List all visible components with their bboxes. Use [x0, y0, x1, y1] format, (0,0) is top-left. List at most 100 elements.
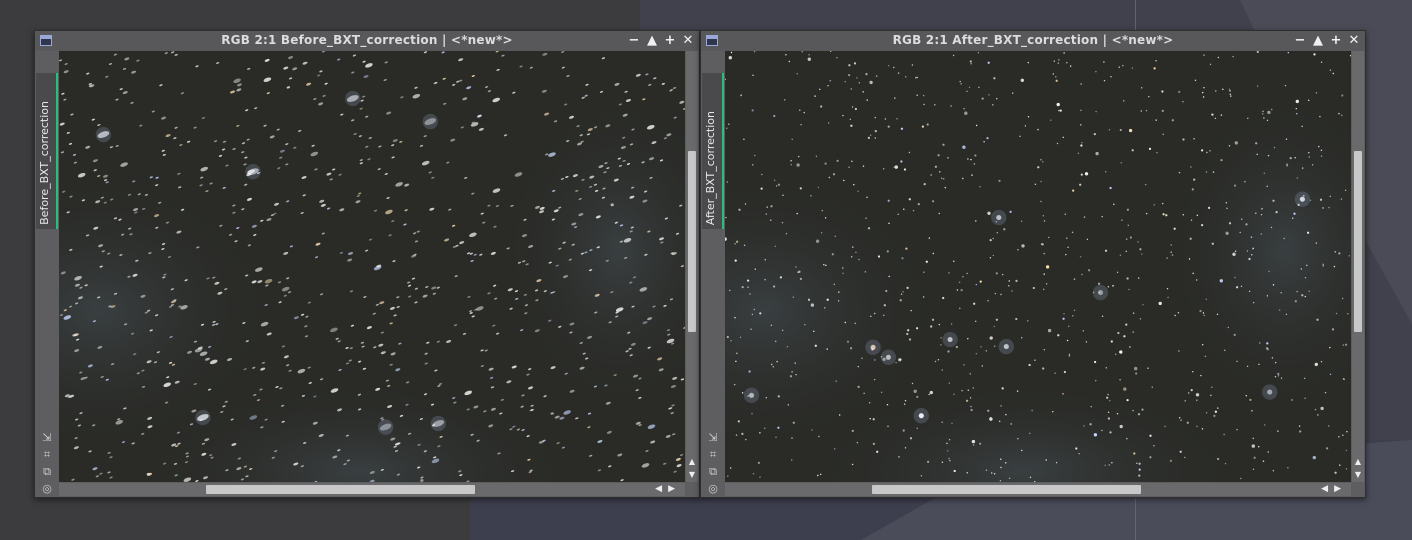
star	[923, 103, 925, 106]
zoom-fit-icon[interactable]: ⇲	[705, 431, 721, 445]
crop-icon[interactable]: ⌗	[39, 448, 55, 462]
horizontal-scrollbar[interactable]: ◀▶	[725, 483, 1351, 496]
star	[1284, 84, 1287, 87]
vertical-scrollbar[interactable]: ▲ ▼	[1352, 51, 1364, 482]
star	[1266, 348, 1269, 351]
star	[1304, 295, 1307, 298]
star	[928, 237, 931, 239]
vertical-scroll-thumb[interactable]	[1354, 151, 1362, 332]
star	[1343, 378, 1345, 381]
close-button[interactable]: ✕	[1347, 32, 1361, 50]
star	[754, 154, 756, 157]
star-glow	[1294, 191, 1311, 207]
star	[1274, 375, 1277, 378]
star	[835, 380, 837, 382]
star	[940, 344, 942, 346]
star	[1055, 76, 1057, 78]
star	[801, 51, 803, 53]
star	[764, 259, 767, 261]
star	[973, 302, 976, 305]
maximize-button[interactable]: +	[1329, 32, 1343, 50]
star	[1047, 328, 1052, 333]
shade-button[interactable]: ▲	[645, 32, 659, 50]
star	[825, 264, 827, 267]
view-identifier-tab[interactable]: Before_BXT_correction	[36, 73, 58, 229]
star	[787, 404, 790, 406]
star	[967, 389, 970, 391]
star	[907, 329, 910, 332]
horizontal-scrollbar[interactable]: ◀▶	[59, 483, 685, 496]
close-button[interactable]: ✕	[681, 32, 695, 50]
star	[1104, 249, 1108, 252]
star	[1153, 445, 1155, 447]
star	[888, 64, 890, 67]
scroll-down-arrow-icon[interactable]: ▼	[687, 470, 697, 480]
star	[1346, 430, 1348, 433]
scroll-up-arrow-icon[interactable]: ▲	[1353, 457, 1363, 467]
star	[978, 442, 982, 445]
scroll-up-arrow-icon[interactable]: ▲	[687, 457, 697, 467]
scroll-down-arrow-icon[interactable]: ▼	[1353, 470, 1363, 480]
star	[1190, 166, 1192, 168]
star	[1132, 331, 1134, 333]
star	[1209, 63, 1212, 66]
star	[948, 382, 951, 384]
crop-icon[interactable]: ⌗	[705, 448, 721, 462]
shade-button[interactable]: ▲	[1311, 32, 1325, 50]
star	[774, 245, 776, 248]
star	[850, 88, 853, 90]
minimize-button[interactable]: −	[627, 32, 641, 50]
star	[866, 99, 868, 101]
star	[950, 105, 952, 107]
star	[781, 329, 784, 332]
star	[1182, 214, 1185, 216]
star	[1315, 92, 1318, 94]
star	[753, 308, 756, 311]
image-canvas[interactable]	[59, 51, 685, 482]
minimize-button[interactable]: −	[1293, 32, 1307, 50]
star	[1207, 206, 1211, 210]
window-titlebar[interactable]: RGB 2:1 After_BXT_correction | <*new*> −…	[701, 31, 1365, 51]
star	[1019, 135, 1021, 138]
star	[1206, 151, 1208, 154]
star	[970, 158, 972, 161]
horizontal-scroll-thumb[interactable]	[871, 485, 1142, 494]
star	[844, 80, 846, 83]
window-titlebar[interactable]: RGB 2:1 Before_BXT_correction | <*new*> …	[35, 31, 699, 51]
clone-icon[interactable]: ⧉	[705, 465, 721, 479]
star	[925, 260, 928, 263]
star	[747, 286, 749, 288]
star	[826, 298, 829, 301]
horizontal-scroll-thumb[interactable]	[205, 485, 476, 494]
clone-icon[interactable]: ⧉	[39, 465, 55, 479]
image-canvas[interactable]	[725, 51, 1351, 482]
star	[1041, 243, 1044, 246]
star	[1123, 100, 1125, 102]
star	[1341, 114, 1343, 117]
scroll-left-right-arrows-icon[interactable]: ◀▶	[655, 483, 681, 496]
star	[893, 66, 895, 69]
vertical-scroll-thumb[interactable]	[688, 151, 696, 332]
star	[779, 276, 783, 279]
zoom-fit-icon[interactable]: ⇲	[39, 431, 55, 445]
target-icon[interactable]: ◎	[39, 482, 55, 496]
star	[1045, 283, 1048, 285]
view-identifier-tab[interactable]: After_BXT_correction	[702, 73, 724, 229]
star-glow	[345, 90, 361, 107]
star	[1112, 284, 1115, 287]
star	[934, 165, 938, 168]
star	[1062, 136, 1065, 139]
star	[977, 51, 980, 54]
star	[851, 160, 853, 163]
star	[1127, 224, 1130, 227]
star	[1101, 315, 1104, 318]
vertical-scrollbar[interactable]: ▲ ▼	[686, 51, 698, 482]
target-icon[interactable]: ◎	[705, 482, 721, 496]
star	[726, 181, 729, 183]
star	[729, 467, 732, 469]
image-window-before[interactable]: RGB 2:1 Before_BXT_correction | <*new*> …	[34, 30, 700, 498]
maximize-button[interactable]: +	[663, 32, 677, 50]
image-window-after[interactable]: RGB 2:1 After_BXT_correction | <*new*> −…	[700, 30, 1366, 498]
scroll-left-right-arrows-icon[interactable]: ◀▶	[1321, 483, 1347, 496]
star	[1301, 125, 1303, 128]
